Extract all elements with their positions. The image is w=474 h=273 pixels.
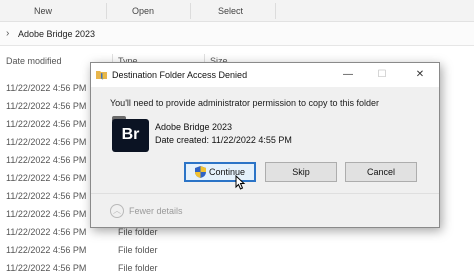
address-bar[interactable]: › Adobe Bridge 2023	[0, 22, 474, 46]
column-header-date-modified[interactable]: Date modified	[6, 56, 62, 66]
row-date: 11/22/2022 4:56 PM	[6, 83, 87, 93]
table-row[interactable]: 11/22/2022 4:56 PM File folder	[0, 260, 474, 273]
dialog-footer: ︿ Fewer details	[91, 193, 439, 227]
skip-button[interactable]: Skip	[265, 162, 337, 182]
ribbon-open-button[interactable]: Open	[132, 6, 154, 16]
row-date: 11/22/2022 4:56 PM	[6, 173, 87, 183]
cancel-button[interactable]: Cancel	[345, 162, 417, 182]
row-date: 11/22/2022 4:56 PM	[6, 155, 87, 165]
row-date: 11/22/2022 4:56 PM	[6, 101, 87, 111]
maximize-button: ☐	[377, 69, 387, 80]
chevron-right-icon[interactable]: ›	[6, 28, 9, 39]
ribbon-divider	[190, 3, 191, 19]
close-button[interactable]: ✕	[409, 66, 431, 84]
item-name: Adobe Bridge 2023	[155, 122, 233, 132]
minimize-button[interactable]: —	[337, 66, 359, 84]
uac-shield-icon	[194, 165, 206, 178]
ribbon-divider	[106, 3, 107, 19]
row-type: File folder	[118, 245, 158, 255]
table-row[interactable]: 11/22/2022 4:56 PM File folder	[0, 242, 474, 260]
chevron-up-icon: ︿	[110, 204, 124, 218]
folder-shield-icon	[96, 71, 107, 80]
row-date: 11/22/2022 4:56 PM	[6, 191, 87, 201]
fewer-details-label: Fewer details	[129, 206, 183, 216]
row-type: File folder	[118, 227, 158, 237]
explorer-ribbon: New Open Select	[0, 0, 474, 22]
icon-text: Br	[121, 126, 140, 143]
row-date: 11/22/2022 4:56 PM	[6, 119, 87, 129]
item-date-created: Date created: 11/22/2022 4:55 PM	[155, 135, 292, 145]
row-date: 11/22/2022 4:56 PM	[6, 209, 87, 219]
row-date: 11/22/2022 4:56 PM	[6, 245, 87, 255]
access-denied-dialog: Destination Folder Access Denied — ☐ ✕ Y…	[90, 62, 440, 228]
mouse-pointer-icon	[235, 175, 246, 190]
row-type: File folder	[118, 263, 158, 273]
adobe-bridge-icon: Br	[112, 116, 149, 152]
ribbon-divider	[275, 3, 276, 19]
breadcrumb[interactable]: Adobe Bridge 2023	[18, 29, 95, 39]
dialog-title: Destination Folder Access Denied	[112, 70, 248, 80]
row-date: 11/22/2022 4:56 PM	[6, 263, 87, 273]
row-date: 11/22/2022 4:56 PM	[6, 227, 87, 237]
ribbon-select-button[interactable]: Select	[218, 6, 243, 16]
row-date: 11/22/2022 4:56 PM	[6, 137, 87, 147]
dialog-message: You'll need to provide administrator per…	[110, 98, 380, 108]
ribbon-new-button[interactable]: New	[34, 6, 52, 16]
dialog-titlebar[interactable]: Destination Folder Access Denied — ☐ ✕	[91, 63, 439, 87]
